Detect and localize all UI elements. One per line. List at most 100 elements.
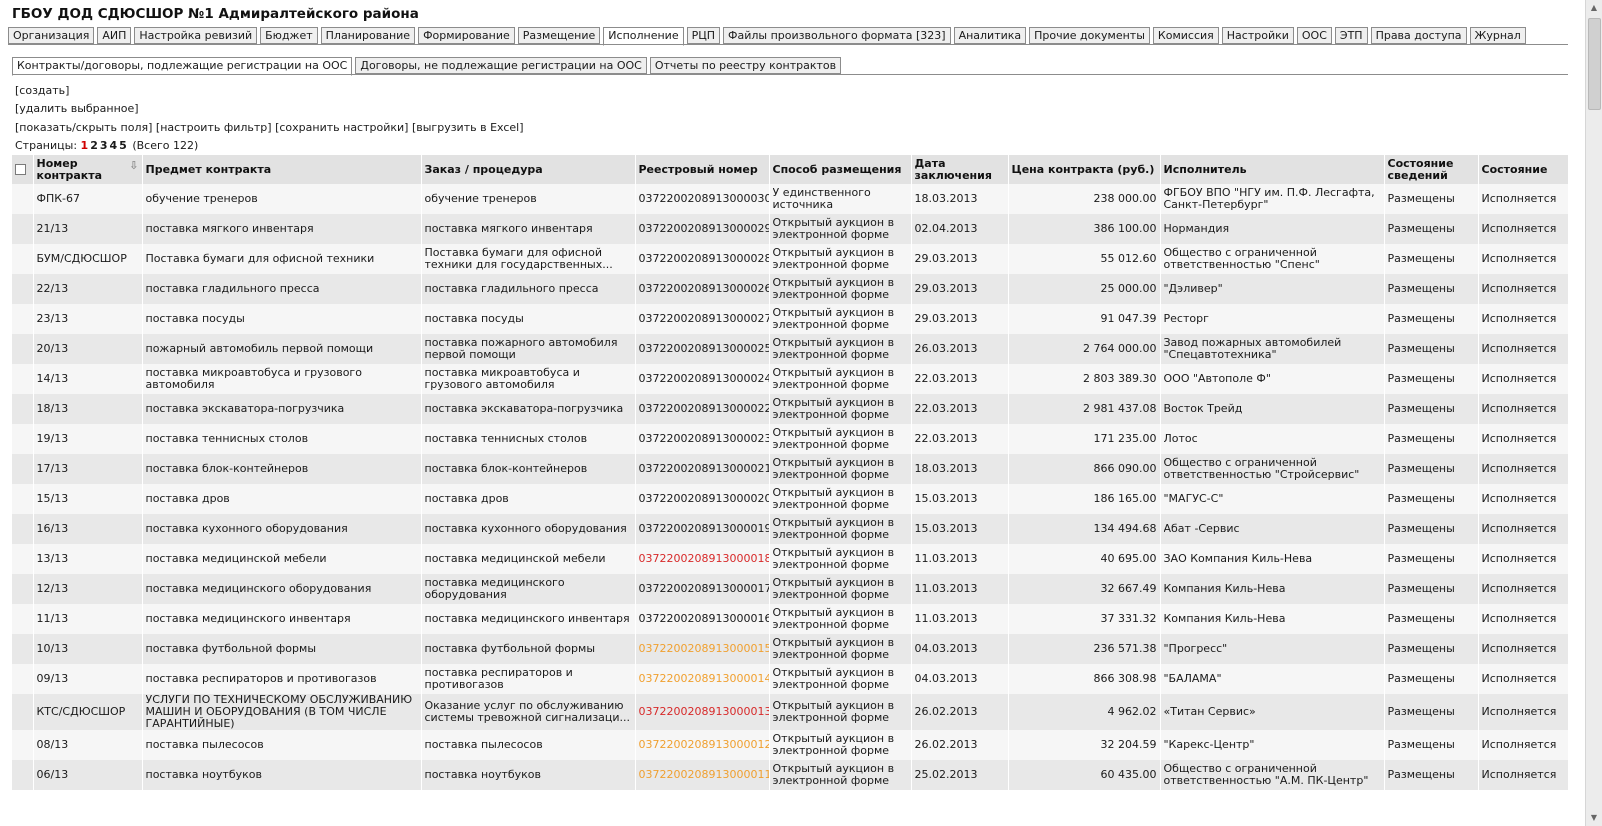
registry-number-link[interactable]: 0372200208913000025	[639, 342, 769, 355]
column-header-price[interactable]: Цена контракта (руб.)	[1008, 155, 1161, 184]
registry-number-link[interactable]: 0372200208913000021	[639, 462, 769, 475]
table-row[interactable]: 06/13 поставка ноутбуков поставка ноутбуко…	[12, 760, 1569, 790]
main-tab[interactable]: Формирование	[418, 27, 515, 44]
table-row[interactable]: ФПК-67 обучение тренеров обучение тренеров…	[12, 184, 1569, 214]
page-link[interactable]: 2	[90, 139, 98, 152]
table-row[interactable]: 16/13 поставка кухонного оборудования пост…	[12, 514, 1569, 544]
registry-number-link[interactable]: 0372200208913000030	[639, 192, 769, 205]
cell-reg-number[interactable]: 0372200208913000026	[635, 274, 770, 304]
cell-reg-number[interactable]: 0372200208913000021	[635, 454, 770, 484]
cell-reg-number[interactable]: 0372200208913000030	[635, 184, 770, 214]
registry-number-link[interactable]: 0372200208913000023	[639, 432, 769, 445]
cell-reg-number[interactable]: 0372200208913000014	[635, 664, 770, 694]
table-row[interactable]: КТС/СДЮСШОР УСЛУГИ ПО ТЕХНИЧЕСКОМУ ОБСЛУЖ…	[12, 694, 1569, 730]
main-tab[interactable]: Размещение	[517, 27, 601, 44]
registry-number-link[interactable]: 0372200208913000022	[639, 402, 769, 415]
table-row[interactable]: 17/13 поставка блок-контейнеров поставка б…	[12, 454, 1569, 484]
main-tab[interactable]: Прочие документы	[1029, 27, 1150, 44]
table-row[interactable]: 14/13 поставка микроавтобуса и грузового …	[12, 364, 1569, 394]
export-excel-link[interactable]: [выгрузить в Excel]	[412, 121, 524, 134]
main-tab[interactable]: Настройка ревизий	[134, 27, 258, 44]
table-row[interactable]: 19/13 поставка теннисных столов поставка т…	[12, 424, 1569, 454]
cell-reg-number[interactable]: 0372200208913000015	[635, 634, 770, 664]
vertical-scrollbar[interactable]: ▲ ▼	[1585, 0, 1602, 826]
cell-reg-number[interactable]: 0372200208913000018	[635, 544, 770, 574]
registry-number-link[interactable]: 0372200208913000014	[639, 672, 769, 685]
sub-tab[interactable]: Договоры, не подлежащие регистрации на О…	[355, 57, 647, 74]
column-header-state[interactable]: Состояние	[1478, 155, 1569, 184]
main-tab[interactable]: Файлы произвольного формата [323]	[723, 27, 951, 44]
cell-reg-number[interactable]: 0372200208913000023	[635, 424, 770, 454]
main-tab[interactable]: Настройки	[1221, 27, 1294, 44]
main-tab[interactable]: РЦП	[686, 27, 721, 44]
create-link[interactable]: [создать]	[15, 84, 69, 97]
registry-number-link[interactable]: 0372200208913000024	[639, 372, 769, 385]
registry-number-link[interactable]: 0372200208913000017	[639, 582, 769, 595]
cell-reg-number[interactable]: 0372200208913000027	[635, 304, 770, 334]
main-tab[interactable]: Организация	[8, 27, 95, 44]
scrollbar-thumb[interactable]	[1588, 18, 1601, 110]
main-tab[interactable]: Права доступа	[1370, 27, 1467, 44]
registry-number-link[interactable]: 0372200208913000011	[639, 768, 769, 781]
page-link[interactable]: 5	[119, 139, 127, 152]
registry-number-link[interactable]: 0372200208913000027	[639, 312, 769, 325]
table-row[interactable]: 21/13 поставка мягкого инвентаря поставка …	[12, 214, 1569, 244]
column-header-number[interactable]: ⇩ Номер контракта	[33, 155, 143, 184]
save-settings-link[interactable]: [сохранить настройки]	[275, 121, 408, 134]
delete-selected-link[interactable]: [удалить выбранное]	[15, 102, 139, 115]
registry-number-link[interactable]: 0372200208913000019	[639, 522, 769, 535]
cell-reg-number[interactable]: 0372200208913000012	[635, 730, 770, 760]
cell-reg-number[interactable]: 0372200208913000019	[635, 514, 770, 544]
registry-number-link[interactable]: 0372200208913000015	[639, 642, 769, 655]
column-header-date[interactable]: Дата заключения	[911, 155, 1009, 184]
sub-tab[interactable]: Отчеты по реестру контрактов	[649, 57, 842, 74]
cell-reg-number[interactable]: 0372200208913000024	[635, 364, 770, 394]
main-tab[interactable]: Комиссия	[1152, 27, 1219, 44]
table-row[interactable]: 20/13 пожарный автомобиль первой помощи по…	[12, 334, 1569, 364]
registry-number-link[interactable]: 0372200208913000028	[639, 252, 769, 265]
column-header-method[interactable]: Способ размещения	[769, 155, 912, 184]
table-row[interactable]: БУМ/СДЮСШОР Поставка бумаги для офисной т…	[12, 244, 1569, 274]
cell-reg-number[interactable]: 0372200208913000016	[635, 604, 770, 634]
sort-down-icon[interactable]: ⇩	[129, 159, 138, 172]
select-all-checkbox[interactable]	[15, 164, 26, 175]
table-row[interactable]: 08/13 поставка пылесосов поставка пылесосо…	[12, 730, 1569, 760]
cell-reg-number[interactable]: 0372200208913000013	[635, 694, 770, 730]
registry-number-link[interactable]: 0372200208913000020	[639, 492, 769, 505]
cell-reg-number[interactable]: 0372200208913000025	[635, 334, 770, 364]
main-tab[interactable]: ООС	[1296, 27, 1332, 44]
toggle-fields-link[interactable]: [показать/скрыть поля]	[15, 121, 152, 134]
registry-number-link[interactable]: 0372200208913000012	[639, 738, 769, 751]
cell-reg-number[interactable]: 0372200208913000011	[635, 760, 770, 790]
cell-reg-number[interactable]: 0372200208913000028	[635, 244, 770, 274]
table-row[interactable]: 13/13 поставка медицинской мебели поставка…	[12, 544, 1569, 574]
cell-reg-number[interactable]: 0372200208913000020	[635, 484, 770, 514]
table-row[interactable]: 10/13 поставка футбольной формы поставка ф…	[12, 634, 1569, 664]
main-tab[interactable]: Планирование	[320, 27, 416, 44]
page-link[interactable]: 1	[81, 139, 89, 152]
table-row[interactable]: 22/13 поставка гладильного пресса поставка…	[12, 274, 1569, 304]
table-row[interactable]: 18/13 поставка экскаватора-погрузчика пост…	[12, 394, 1569, 424]
table-row[interactable]: 12/13 поставка медицинского оборудования п…	[12, 574, 1569, 604]
page-link[interactable]: 4	[110, 139, 118, 152]
main-tab[interactable]: Бюджет	[260, 27, 318, 44]
main-tab[interactable]: Журнал	[1469, 27, 1526, 44]
registry-number-link[interactable]: 0372200208913000018	[639, 552, 769, 565]
main-tab[interactable]: Аналитика	[953, 27, 1027, 44]
registry-number-link[interactable]: 0372200208913000013	[639, 705, 769, 718]
main-tab[interactable]: АИП	[97, 27, 132, 44]
registry-number-link[interactable]: 0372200208913000026	[639, 282, 769, 295]
main-tab[interactable]: ЭТП	[1334, 27, 1368, 44]
cell-reg-number[interactable]: 0372200208913000017	[635, 574, 770, 604]
page-link[interactable]: 3	[100, 139, 108, 152]
table-row[interactable]: 15/13 поставка дров поставка дров 037220020…	[12, 484, 1569, 514]
table-row[interactable]: 11/13 поставка медицинского инвентаря пост…	[12, 604, 1569, 634]
cell-reg-number[interactable]: 0372200208913000022	[635, 394, 770, 424]
column-header-order[interactable]: Заказ / процедура	[421, 155, 636, 184]
column-header-reg-number[interactable]: Реестровый номер	[635, 155, 770, 184]
cell-reg-number[interactable]: 0372200208913000029	[635, 214, 770, 244]
registry-number-link[interactable]: 0372200208913000029	[639, 222, 769, 235]
scroll-up-icon[interactable]: ▲	[1586, 0, 1602, 16]
registry-number-link[interactable]: 0372200208913000016	[639, 612, 769, 625]
scroll-down-icon[interactable]: ▼	[1586, 810, 1602, 826]
